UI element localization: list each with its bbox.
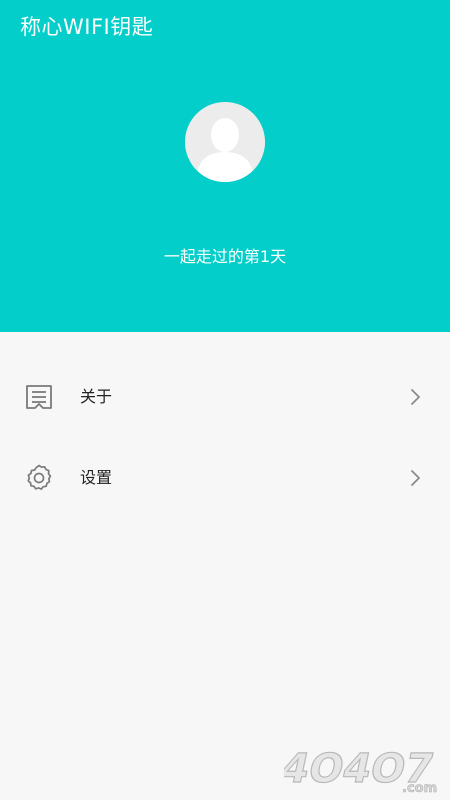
site-watermark-logo: 4O4O7 .com <box>284 744 439 796</box>
days-together-text: 一起走过的第1天 <box>163 247 287 266</box>
document-icon <box>26 385 52 409</box>
chevron-right-icon <box>411 389 420 405</box>
menu-item-settings-label: 设置 <box>80 468 113 487</box>
app-title: 称心WIFI钥匙 <box>20 15 154 39</box>
menu-item-about[interactable]: 关于 <box>0 362 450 432</box>
menu-item-about-label: 关于 <box>80 387 113 406</box>
chevron-right-icon <box>411 470 420 486</box>
svg-text:.com: .com <box>402 781 437 796</box>
user-silhouette-icon <box>185 102 265 182</box>
avatar[interactable] <box>185 102 265 182</box>
menu-item-settings[interactable]: 设置 <box>0 443 450 513</box>
gear-icon <box>27 464 52 490</box>
profile-header: 称心WIFI钥匙 一起走过的第1天 <box>0 0 450 332</box>
